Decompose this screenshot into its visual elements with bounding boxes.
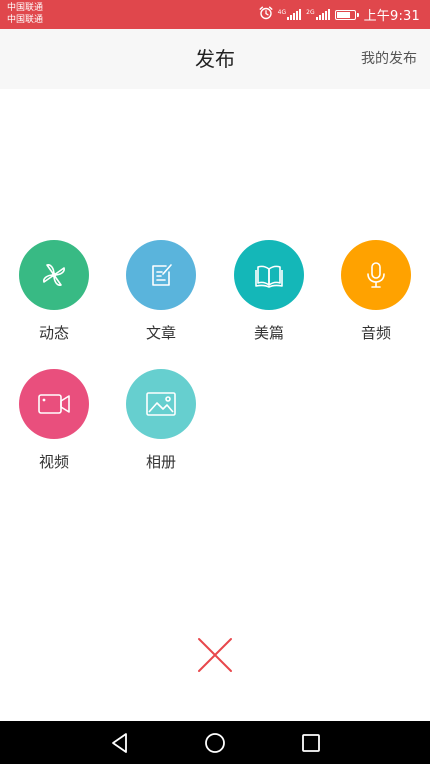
recents-square-icon — [302, 734, 320, 752]
sim1-signal: 4G — [277, 9, 302, 20]
publish-option-meipian[interactable]: 美篇 — [219, 240, 319, 342]
my-posts-link[interactable]: 我的发布 — [361, 29, 417, 89]
close-button[interactable] — [197, 637, 233, 673]
edit-note-icon — [152, 264, 172, 286]
publish-option-moment-circle[interactable] — [19, 240, 89, 310]
battery-icon — [334, 9, 359, 20]
signal-icon — [287, 9, 302, 20]
status-bar: 中国联通 中国联通 4G 2G 上午9:31 — [0, 0, 430, 29]
publish-option-video[interactable]: 视频 — [4, 369, 104, 471]
publish-screen: 中国联通 中国联通 4G 2G 上午9:31 发布 我的发布 动态 文章 美篇 … — [0, 0, 430, 764]
publish-option-label: 美篇 — [253, 324, 284, 342]
publish-option-audio-circle[interactable] — [341, 240, 411, 310]
nav-home-button[interactable] — [203, 731, 227, 755]
video-camera-icon — [38, 394, 70, 414]
battery-level-fill — [336, 11, 351, 18]
publish-option-label: 音频 — [360, 324, 391, 342]
sim2-network-label: 2G — [306, 9, 315, 16]
nav-recents-button[interactable] — [299, 731, 323, 755]
publish-option-album-circle[interactable] — [126, 369, 196, 439]
home-circle-icon — [205, 733, 225, 753]
microphone-icon — [367, 262, 385, 288]
status-indicators: 4G 2G 上午9:31 — [259, 5, 420, 24]
carrier-label-sim1: 中国联通 — [7, 3, 44, 13]
alarm-icon — [259, 5, 273, 24]
publish-option-article[interactable]: 文章 — [111, 240, 211, 342]
back-triangle-icon — [112, 733, 127, 753]
sim1-network-label: 4G — [277, 9, 287, 16]
publish-option-meipian-circle[interactable] — [234, 240, 304, 310]
publish-option-label: 动态 — [38, 324, 69, 342]
publish-option-label: 相册 — [145, 453, 176, 471]
publish-option-album[interactable]: 相册 — [111, 369, 211, 471]
system-nav-bar — [0, 721, 430, 764]
close-icon — [198, 638, 232, 672]
publish-option-label: 文章 — [145, 324, 176, 342]
sim2-signal: 2G — [306, 9, 330, 20]
status-clock: 上午9:31 — [363, 9, 420, 24]
image-icon — [146, 392, 176, 416]
header-bar: 发布 我的发布 — [0, 29, 430, 89]
pinwheel-icon — [43, 264, 65, 286]
publish-option-article-circle[interactable] — [126, 240, 196, 310]
publish-option-label: 视频 — [38, 453, 69, 471]
nav-back-button[interactable] — [108, 731, 132, 755]
publish-option-moment[interactable]: 动态 — [4, 240, 104, 342]
signal-icon — [315, 9, 330, 20]
carrier-label-sim2: 中国联通 — [7, 15, 44, 25]
open-book-icon — [255, 265, 283, 288]
publish-option-video-circle[interactable] — [19, 369, 89, 439]
publish-option-audio[interactable]: 音频 — [326, 240, 426, 342]
